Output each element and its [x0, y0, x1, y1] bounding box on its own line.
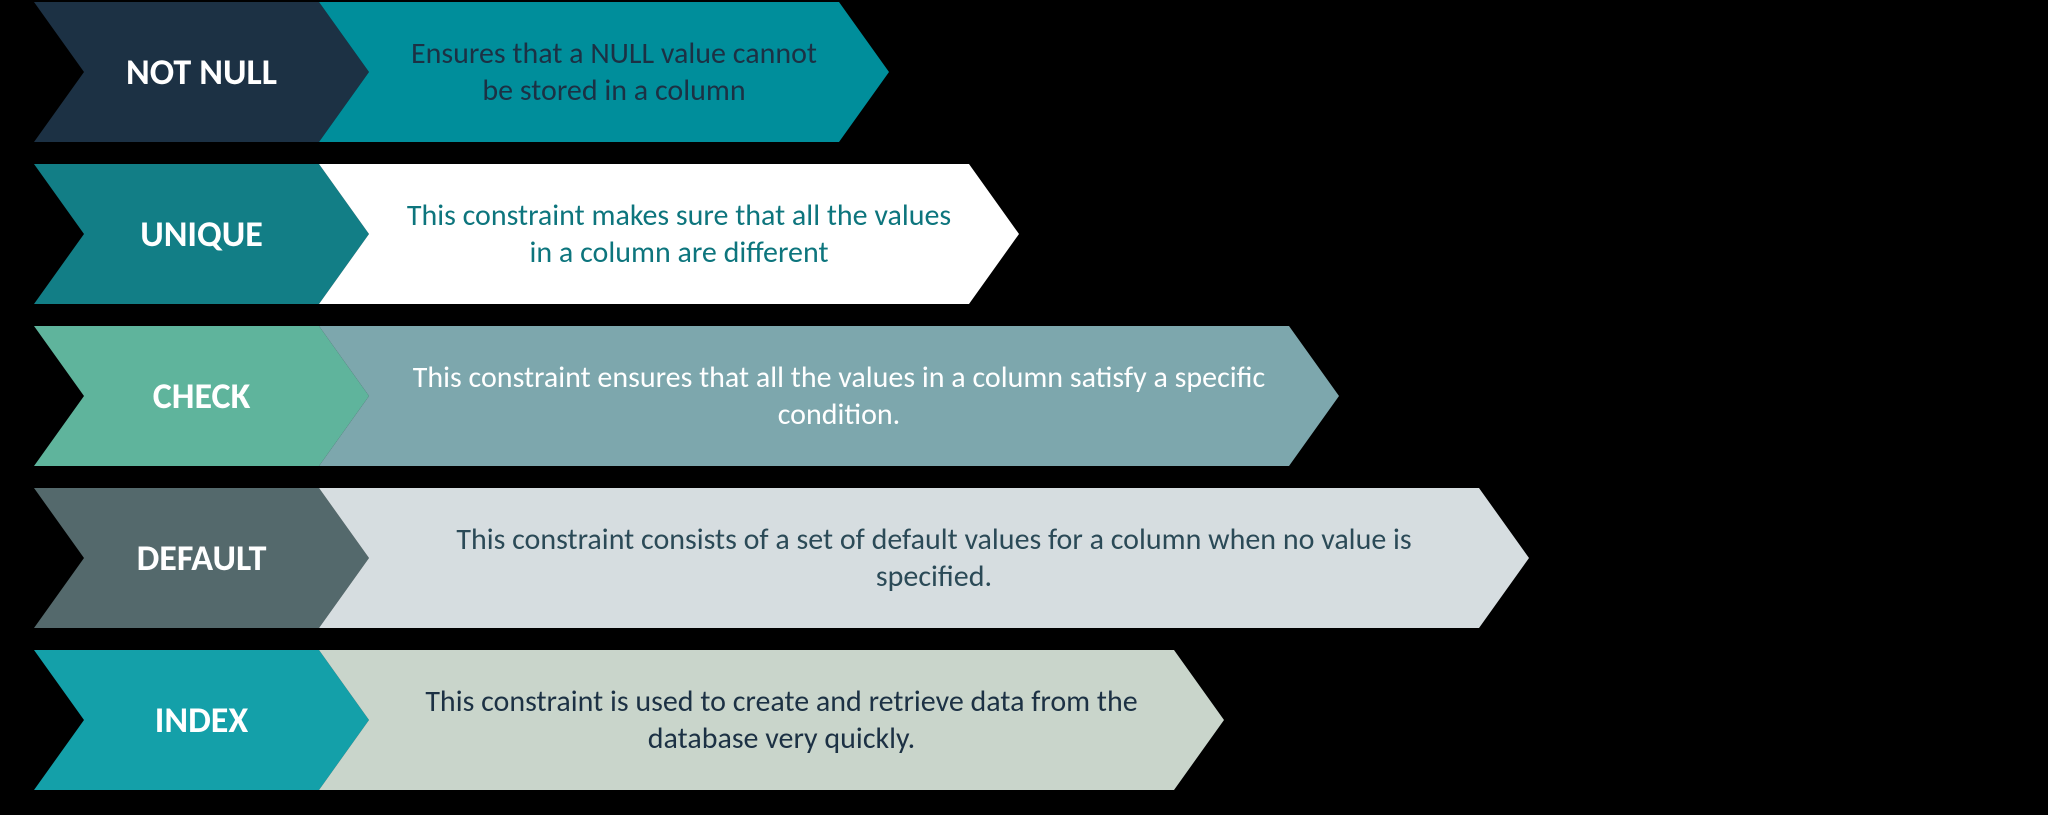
row-index: INDEX This constraint is used to create …: [34, 650, 1224, 790]
label-text: INDEX: [84, 650, 319, 790]
desc-text: This constraint is used to create and re…: [399, 650, 1164, 790]
desc-text: This constraint ensures that all the val…: [399, 326, 1279, 466]
desc-arrow-default: This constraint consists of a set of def…: [319, 488, 1529, 628]
label-text: NOT NULL: [84, 2, 319, 142]
label-text: UNIQUE: [84, 164, 319, 304]
desc-arrow-index: This constraint is used to create and re…: [319, 650, 1224, 790]
desc-arrow-not-null: Ensures that a NULL value cannot be stor…: [319, 2, 889, 142]
sql-constraints-diagram: NOT NULL Ensures that a NULL value canno…: [0, 0, 2048, 815]
row-default: DEFAULT This constraint consists of a se…: [34, 488, 1529, 628]
desc-text: Ensures that a NULL value cannot be stor…: [399, 2, 829, 142]
row-unique: UNIQUE This constraint makes sure that a…: [34, 164, 1019, 304]
row-check: CHECK This constraint ensures that all t…: [34, 326, 1339, 466]
label-text: DEFAULT: [84, 488, 319, 628]
label-text: CHECK: [84, 326, 319, 466]
desc-arrow-unique: This constraint makes sure that all the …: [319, 164, 1019, 304]
desc-text: This constraint makes sure that all the …: [399, 164, 959, 304]
desc-arrow-check: This constraint ensures that all the val…: [319, 326, 1339, 466]
desc-text: This constraint consists of a set of def…: [399, 488, 1469, 628]
row-not-null: NOT NULL Ensures that a NULL value canno…: [34, 2, 889, 142]
